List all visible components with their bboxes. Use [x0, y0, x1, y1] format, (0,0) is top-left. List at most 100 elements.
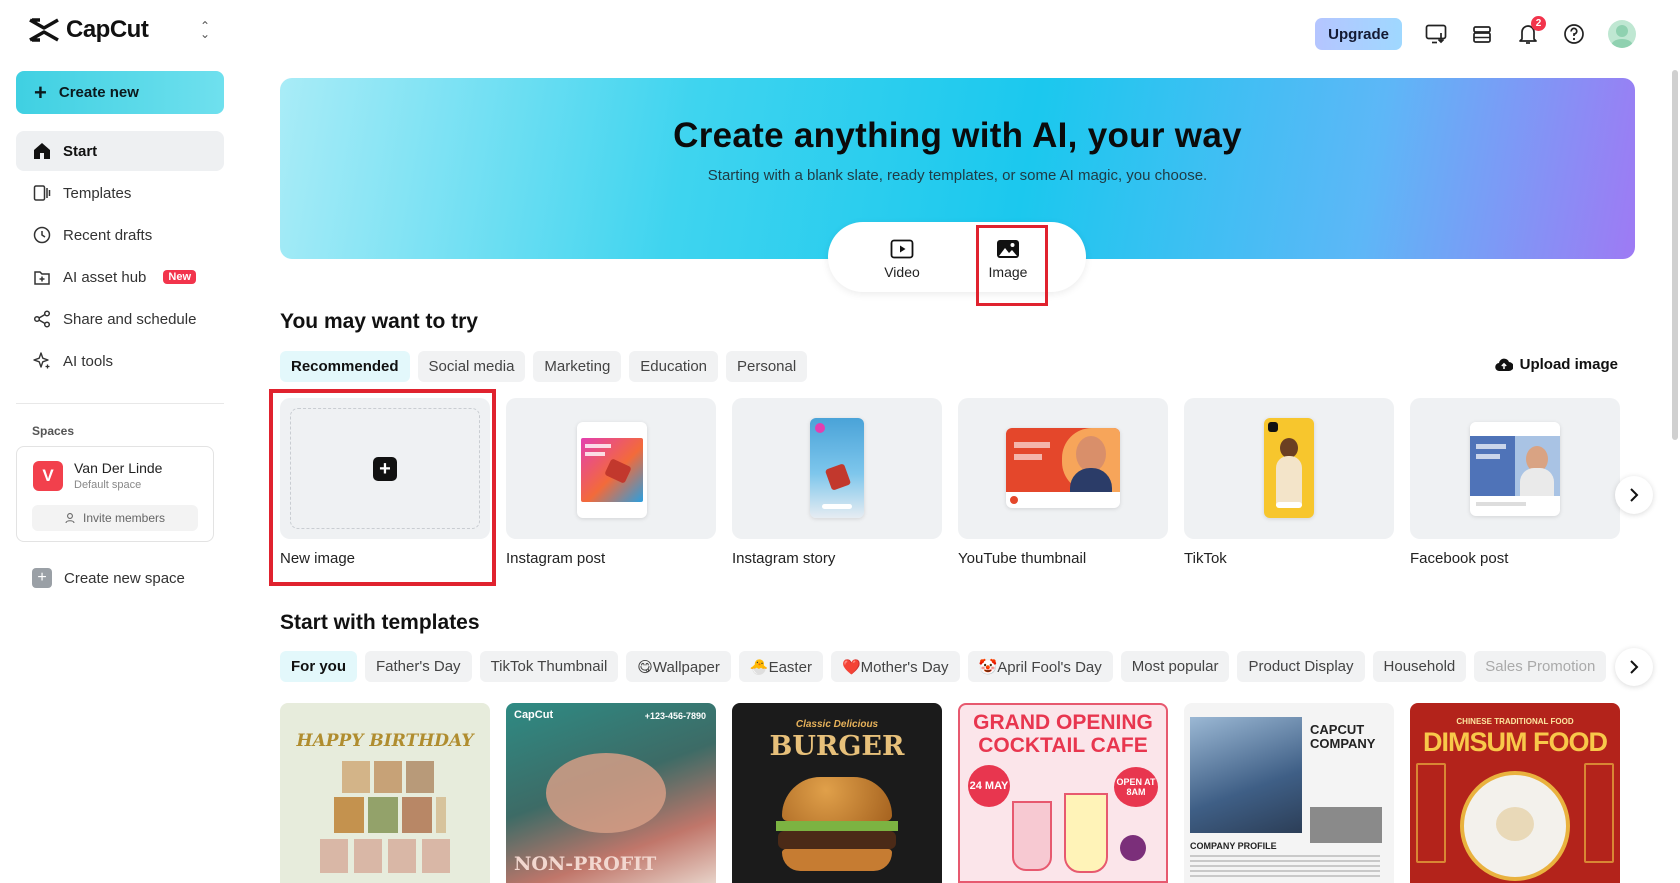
- template-card-dimsum[interactable]: CHINESE TRADITIONAL FOOD DIMSUM FOOD: [1410, 703, 1620, 883]
- phone-mock: [810, 418, 864, 518]
- phone-mock: [577, 422, 647, 518]
- upgrade-button[interactable]: Upgrade: [1315, 18, 1402, 50]
- asset-hub-icon: [32, 267, 52, 287]
- invite-members-button[interactable]: Invite members: [32, 505, 198, 531]
- sidebar-item-ai-asset-hub[interactable]: AI asset hub New: [16, 257, 224, 297]
- card-facebook-post[interactable]: Facebook post: [1410, 398, 1620, 567]
- youtube-thumbnail-thumb: [958, 398, 1168, 539]
- notification-bell-icon[interactable]: 2: [1516, 16, 1546, 46]
- space-subtitle: Default space: [74, 479, 142, 491]
- tab-product-display[interactable]: Product Display: [1237, 651, 1365, 682]
- template-title: DIMSUM FOOD: [1423, 727, 1608, 757]
- sidebar-item-start[interactable]: Start: [16, 131, 224, 171]
- templates-section-title: Start with templates: [280, 611, 480, 634]
- video-icon: [872, 238, 932, 260]
- plus-icon: +: [34, 79, 47, 105]
- sidebar-item-label: Templates: [63, 184, 132, 202]
- sidebar-item-share-and-schedule[interactable]: Share and schedule: [16, 299, 224, 339]
- phone-mock: [1264, 418, 1314, 518]
- template-card-burger[interactable]: Classic Delicious BURGER: [732, 703, 942, 883]
- template-card-company-profile[interactable]: CAPCUT COMPANY COMPANY PROFILE: [1184, 703, 1394, 883]
- sidebar-item-label: AI asset hub: [63, 268, 147, 286]
- hero-title: Create anything with AI, your way: [673, 116, 1242, 155]
- card-youtube-thumbnail[interactable]: YouTube thumbnail: [958, 398, 1168, 567]
- tab-video-label: Video: [884, 264, 920, 280]
- sidebar-item-label: Share and schedule: [63, 310, 197, 328]
- card-label: YouTube thumbnail: [958, 550, 1087, 567]
- tab-sales-promotion[interactable]: Sales Promotion: [1474, 651, 1607, 682]
- template-phone: +123-456-7890: [644, 711, 706, 721]
- instagram-story-thumb: [732, 398, 942, 539]
- create-new-space-label: Create new space: [64, 569, 185, 587]
- help-icon[interactable]: [1562, 22, 1586, 46]
- template-card-birthday[interactable]: HAPPY BIRTHDAY: [280, 703, 490, 883]
- create-new-button[interactable]: + Create new: [16, 71, 224, 114]
- sidebar-item-templates[interactable]: Templates: [16, 173, 224, 213]
- sparkle-icon: [32, 351, 52, 371]
- space-card[interactable]: V Van Der Linde Default space Invite mem…: [16, 446, 214, 542]
- tab-video[interactable]: Video: [872, 238, 932, 280]
- tab-tiktok-thumbnail[interactable]: TikTok Thumbnail: [479, 651, 619, 682]
- template-date: 24 MAY: [968, 765, 1010, 807]
- chevron-right-icon: [1630, 488, 1639, 502]
- upload-image-button[interactable]: Upload image: [1494, 356, 1618, 373]
- card-label: Instagram story: [732, 550, 836, 567]
- workspace-switch-icon[interactable]: ⌃ ⌄: [200, 20, 210, 40]
- template-card-cocktail-cafe[interactable]: GRAND OPENING COCKTAIL CAFE 24 MAY OPEN …: [958, 703, 1168, 883]
- user-avatar[interactable]: [1608, 20, 1636, 48]
- tab-social-media[interactable]: Social media: [417, 351, 526, 382]
- tiktok-thumb: [1184, 398, 1394, 539]
- desktop-download-icon[interactable]: [1424, 22, 1448, 46]
- sidebar-item-ai-tools[interactable]: AI tools: [16, 341, 224, 381]
- create-new-space-button[interactable]: + Create new space: [32, 568, 185, 588]
- tab-wallpaper[interactable]: 😋Wallpaper: [626, 651, 731, 682]
- tab-marketing[interactable]: Marketing: [533, 351, 622, 382]
- try-section-title: You may want to try: [280, 310, 478, 333]
- upload-image-label: Upload image: [1519, 356, 1618, 373]
- person-icon: [65, 513, 75, 524]
- plus-icon: +: [32, 568, 52, 588]
- template-caption: COMPANY PROFILE: [1190, 841, 1277, 851]
- clock-icon: [32, 225, 52, 245]
- instagram-post-thumb: [506, 398, 716, 539]
- sidebar-item-label: Start: [63, 142, 98, 160]
- page-scrollbar[interactable]: [1672, 70, 1678, 440]
- try-carousel-next-button[interactable]: [1615, 476, 1653, 514]
- cloud-upload-icon: [1494, 358, 1513, 372]
- tab-household[interactable]: Household: [1372, 651, 1467, 682]
- invite-members-label: Invite members: [82, 511, 166, 525]
- sidebar-divider: [16, 403, 224, 404]
- card-instagram-story[interactable]: Instagram story: [732, 398, 942, 567]
- tab-april-fools-day[interactable]: 🤡April Fool's Day: [967, 651, 1113, 682]
- tab-most-popular[interactable]: Most popular: [1120, 651, 1230, 682]
- tab-mothers-day[interactable]: ❤️Mother's Day: [830, 651, 960, 682]
- template-card-non-profit[interactable]: CapCut +123-456-7890 NON-PROFIT: [506, 703, 716, 883]
- sidebar-item-recent-drafts[interactable]: Recent drafts: [16, 215, 224, 255]
- hero-subtitle: Starting with a blank slate, ready templ…: [707, 167, 1208, 184]
- template-tabs-next-button[interactable]: [1615, 648, 1653, 686]
- screen-mock: [1470, 422, 1560, 516]
- tab-for-you[interactable]: For you: [280, 651, 357, 682]
- tab-education[interactable]: Education: [629, 351, 718, 382]
- sidebar-item-label: AI tools: [63, 352, 114, 370]
- tab-recommended[interactable]: Recommended: [280, 351, 410, 382]
- template-kicker: CHINESE TRADITIONAL FOOD: [1456, 717, 1574, 726]
- storage-icon[interactable]: [1470, 22, 1494, 46]
- sidebar: CapCut ⌃⌄ + Create new Start Templates: [0, 0, 240, 883]
- template-category-tabs: For you Father's Day TikTok Thumbnail 😋W…: [280, 651, 1610, 682]
- tab-easter[interactable]: 🐣Easter: [738, 651, 823, 682]
- tab-fathers-day[interactable]: Father's Day: [365, 651, 472, 682]
- create-new-label: Create new: [58, 84, 139, 101]
- card-tiktok[interactable]: TikTok: [1184, 398, 1394, 567]
- screen-mock: [1006, 428, 1120, 508]
- share-icon: [32, 309, 52, 329]
- capcut-logo[interactable]: CapCut: [28, 16, 149, 44]
- template-title: BURGER: [769, 731, 905, 762]
- card-instagram-post[interactable]: Instagram post: [506, 398, 716, 567]
- try-category-tabs: Recommended Social media Marketing Educa…: [280, 351, 808, 382]
- template-title: CAPCUT COMPANY: [1310, 722, 1376, 751]
- sidebar-item-label: Recent drafts: [63, 226, 153, 244]
- template-title: NON-PROFIT: [514, 853, 657, 875]
- notification-count-badge: 2: [1531, 16, 1546, 31]
- tab-personal[interactable]: Personal: [726, 351, 808, 382]
